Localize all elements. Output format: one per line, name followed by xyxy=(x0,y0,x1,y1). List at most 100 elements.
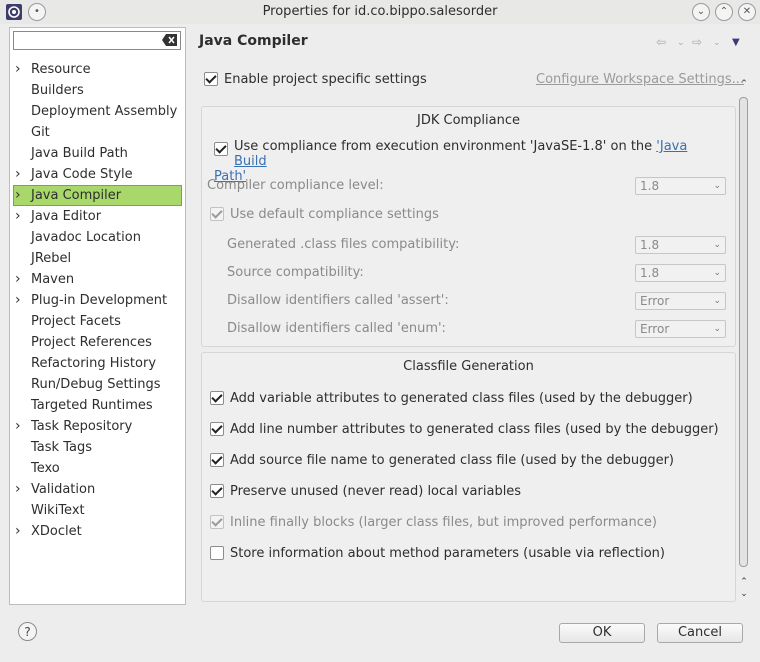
tree-item-javadoc-location[interactable]: Javadoc Location xyxy=(10,227,185,248)
expand-arrow-icon[interactable]: › xyxy=(15,290,21,311)
line-number-checkbox[interactable] xyxy=(210,422,224,436)
assert-label: Disallow identifiers called 'assert': xyxy=(227,293,449,308)
tree-item-git[interactable]: Git xyxy=(10,122,185,143)
line-number-label: Add line number attributes to generated … xyxy=(230,422,719,437)
enum-label: Disallow identifiers called 'enum': xyxy=(227,321,446,336)
close-icon[interactable]: ✕ xyxy=(738,3,756,21)
method-parameters-label: Store information about method parameter… xyxy=(230,546,665,561)
compliance-level-label: Compiler compliance level: xyxy=(207,178,384,193)
method-parameters-checkbox[interactable] xyxy=(210,546,224,560)
forward-icon[interactable]: ⇨ xyxy=(692,35,702,49)
tree-item-builders[interactable]: Builders xyxy=(10,80,185,101)
tree-item-maven[interactable]: › Maven xyxy=(10,269,185,290)
use-compliance-checkbox[interactable] xyxy=(214,142,228,156)
tree-item-resource[interactable]: › Resource xyxy=(10,59,185,80)
back-icon[interactable]: ⇦ xyxy=(656,35,666,49)
tree-item-label: Validation xyxy=(31,482,96,497)
tree-item-validation[interactable]: › Validation xyxy=(10,479,185,500)
tree-item-label: Task Tags xyxy=(31,440,92,455)
tree-item-java-compiler[interactable]: › Java Compiler xyxy=(13,185,182,206)
tree-item-label: Resource xyxy=(31,62,91,77)
configure-workspace-link[interactable]: Configure Workspace Settings... xyxy=(536,72,744,87)
classfile-option-row[interactable]: Add line number attributes to generated … xyxy=(210,422,719,437)
preserve-unused-checkbox[interactable] xyxy=(210,484,224,498)
tree-item-project-facets[interactable]: Project Facets xyxy=(10,311,185,332)
enum-combo[interactable]: Error ⌄ xyxy=(635,320,726,338)
jdk-compliance-title: JDK Compliance xyxy=(416,113,521,128)
tree-item-label: Project References xyxy=(31,335,152,350)
source-compat-value: 1.8 xyxy=(640,266,660,280)
scroll-down-icon[interactable]: ⌃ xyxy=(738,577,750,587)
vertical-scrollbar[interactable]: ⌃ ⌃ ⌄ xyxy=(738,77,750,602)
expand-arrow-icon[interactable]: › xyxy=(15,269,21,290)
expand-arrow-icon[interactable]: › xyxy=(15,416,21,437)
tree-item-java-editor[interactable]: › Java Editor xyxy=(10,206,185,227)
chevron-down-icon: ⌄ xyxy=(713,296,721,306)
view-menu-icon[interactable]: ▼ xyxy=(732,37,740,48)
tree-item-xdoclet[interactable]: › XDoclet xyxy=(10,521,185,542)
variable-attributes-label: Add variable attributes to generated cla… xyxy=(230,391,693,406)
tree-item-wikitext[interactable]: WikiText xyxy=(10,500,185,521)
tree-item-run-debug-settings[interactable]: Run/Debug Settings xyxy=(10,374,185,395)
expand-arrow-icon[interactable]: › xyxy=(15,479,21,500)
filter-input[interactable] xyxy=(16,33,160,50)
source-file-name-label: Add source file name to generated class … xyxy=(230,453,674,468)
scroll-down-icon[interactable]: ⌄ xyxy=(738,589,750,599)
assert-value: Error xyxy=(640,294,670,308)
maximize-icon[interactable]: ⌃ xyxy=(715,3,733,21)
tree-item-project-references[interactable]: Project References xyxy=(10,332,185,353)
enable-specific-checkbox-row[interactable]: Enable project specific settings xyxy=(204,72,427,87)
compliance-level-combo[interactable]: 1.8 ⌄ xyxy=(635,177,726,195)
tree-item-jrebel[interactable]: JRebel xyxy=(10,248,185,269)
clear-filter-icon[interactable] xyxy=(162,34,177,46)
classfile-option-row[interactable]: Store information about method parameter… xyxy=(210,546,665,561)
source-compat-combo[interactable]: 1.8 ⌄ xyxy=(635,264,726,282)
tree-item-java-code-style[interactable]: › Java Code Style xyxy=(10,164,185,185)
chevron-down-icon: ⌄ xyxy=(713,324,721,334)
ok-button[interactable]: OK xyxy=(559,623,645,643)
filter-field[interactable] xyxy=(13,31,181,50)
window-title: Properties for id.co.bippo.salesorder xyxy=(262,4,498,19)
scroll-up-icon[interactable]: ⌃ xyxy=(738,79,750,89)
compliance-level-value: 1.8 xyxy=(640,179,660,193)
classfile-option-row[interactable]: Preserve unused (never read) local varia… xyxy=(210,484,521,499)
tree-item-targeted-runtimes[interactable]: Targeted Runtimes xyxy=(10,395,185,416)
tree-item-java-build-path[interactable]: Java Build Path xyxy=(10,143,185,164)
cancel-button[interactable]: Cancel xyxy=(657,623,743,643)
tree-item-label: Task Repository xyxy=(31,419,133,434)
chevron-down-icon: ⌄ xyxy=(713,181,721,191)
tree-item-label: XDoclet xyxy=(31,524,82,539)
classfile-option-row[interactable]: Add source file name to generated class … xyxy=(210,453,674,468)
variable-attributes-checkbox[interactable] xyxy=(210,391,224,405)
tree-item-task-tags[interactable]: Task Tags xyxy=(10,437,185,458)
tree-item-label: Java Build Path xyxy=(31,146,128,161)
expand-arrow-icon[interactable]: › xyxy=(15,206,21,227)
generated-compat-combo[interactable]: 1.8 ⌄ xyxy=(635,236,726,254)
expand-arrow-icon[interactable]: › xyxy=(15,59,21,80)
help-button[interactable]: ? xyxy=(18,622,37,641)
tree-item-label: Refactoring History xyxy=(31,356,157,371)
expand-arrow-icon[interactable]: › xyxy=(15,164,21,185)
inline-finally-checkbox[interactable] xyxy=(210,515,224,529)
tree-item-refactoring-history[interactable]: Refactoring History xyxy=(10,353,185,374)
scroll-thumb[interactable] xyxy=(739,97,748,567)
tree-item-label: Javadoc Location xyxy=(31,230,141,245)
expand-arrow-icon[interactable]: › xyxy=(15,521,21,542)
source-file-name-checkbox[interactable] xyxy=(210,453,224,467)
assert-combo[interactable]: Error ⌄ xyxy=(635,292,726,310)
tree-item-task-repository[interactable]: › Task Repository xyxy=(10,416,185,437)
forward-menu-icon[interactable]: ⌄ xyxy=(713,38,721,48)
minimize-icon[interactable]: ⌄ xyxy=(692,3,710,21)
tree-item-label: Deployment Assembly xyxy=(31,104,178,119)
tree-item-label: Texo xyxy=(31,461,60,476)
tree-item-deployment-assembly[interactable]: Deployment Assembly xyxy=(10,101,185,122)
enable-specific-checkbox[interactable] xyxy=(204,72,218,86)
page-title: Java Compiler xyxy=(199,33,308,49)
tree-item-texo[interactable]: Texo xyxy=(10,458,185,479)
use-default-checkbox[interactable] xyxy=(210,207,224,221)
back-menu-icon[interactable]: ⌄ xyxy=(677,38,685,48)
tree-item-label: Builders xyxy=(31,83,84,98)
expand-arrow-icon[interactable]: › xyxy=(15,186,21,205)
classfile-option-row[interactable]: Add variable attributes to generated cla… xyxy=(210,391,693,406)
tree-item-plug-in-development[interactable]: › Plug-in Development xyxy=(10,290,185,311)
